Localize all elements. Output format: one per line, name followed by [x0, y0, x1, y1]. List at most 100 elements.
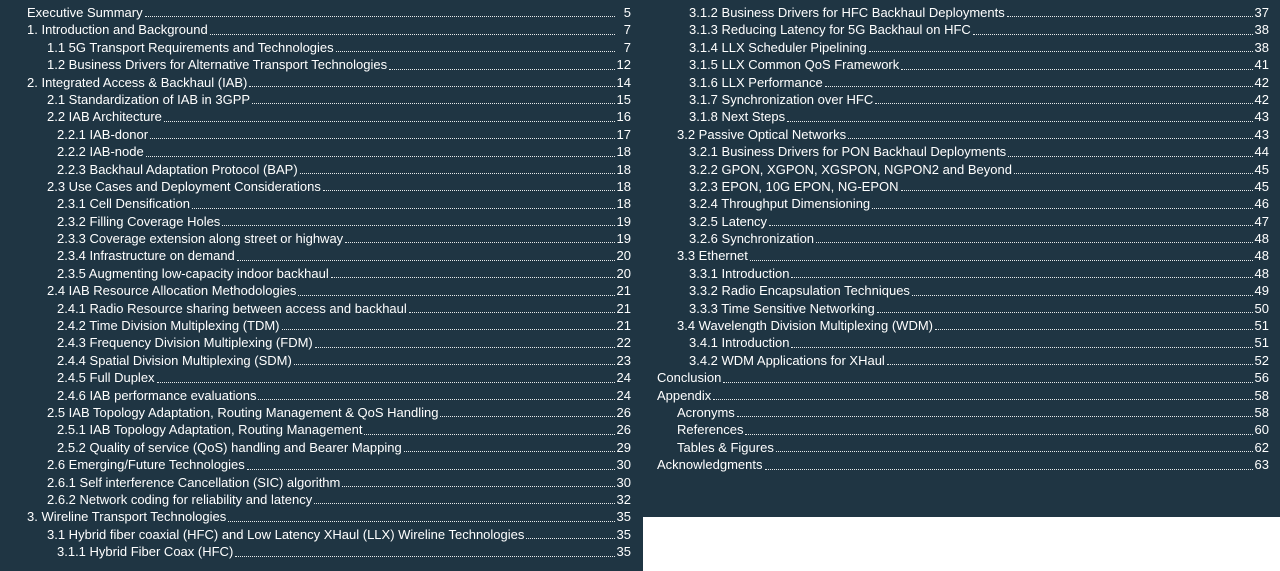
toc-entry[interactable]: Executive Summary 5 [27, 4, 631, 21]
toc-entry[interactable]: Tables & Figures 62 [657, 439, 1269, 456]
toc-entry[interactable]: 2.3 Use Cases and Deployment Considerati… [27, 178, 631, 195]
toc-dot-leader [209, 33, 615, 35]
toc-entry-page-number: 35 [616, 509, 631, 525]
toc-entry[interactable]: 3.2 Passive Optical Networks 43 [657, 126, 1269, 143]
toc-entry-title: 3.2.4 Throughput Dimensioning [689, 196, 871, 212]
toc-entry-title: 2.4.1 Radio Resource sharing between acc… [57, 300, 407, 316]
toc-entry[interactable]: 3.2.4 Throughput Dimensioning 46 [657, 195, 1269, 212]
toc-entry[interactable]: 3.3.3 Time Sensitive Networking 50 [657, 300, 1269, 317]
toc-entry-title: 2.4.5 Full Duplex [57, 370, 155, 386]
toc-entry[interactable]: 1. Introduction and Background 7 [27, 21, 631, 38]
toc-entry[interactable]: 2.5.2 Quality of service (QoS) handling … [27, 439, 631, 456]
toc-entry-page-number: 62 [1254, 439, 1269, 455]
toc-entry[interactable]: Conclusion 56 [657, 369, 1269, 386]
toc-entry[interactable]: 3.3.1 Introduction 48 [657, 265, 1269, 282]
toc-entry[interactable]: 3.3.2 Radio Encapsulation Techniques 49 [657, 282, 1269, 299]
toc-entry[interactable]: 2.1 Standardization of IAB in 3GPP 15 [27, 91, 631, 108]
toc-entry[interactable]: 2.4.6 IAB performance evaluations 24 [27, 387, 631, 404]
toc-entry-title: 1. Introduction and Background [27, 22, 208, 38]
toc-entry[interactable]: 2.3.4 Infrastructure on demand 20 [27, 247, 631, 264]
toc-entry-page-number: 26 [616, 422, 631, 438]
toc-dot-leader [848, 137, 1253, 140]
toc-dot-leader [389, 68, 615, 70]
toc-entry[interactable]: 3.1.3 Reducing Latency for 5G Backhaul o… [657, 21, 1269, 38]
toc-entry-title: Conclusion [657, 370, 722, 386]
toc-entry-title: References [677, 422, 744, 438]
toc-entry-page-number: 56 [1254, 370, 1269, 386]
toc-entry[interactable]: 2.6.1 Self interference Cancellation (SI… [27, 474, 631, 491]
toc-entry[interactable]: 2.4.5 Full Duplex 24 [27, 369, 631, 386]
toc-dot-leader [745, 433, 1253, 435]
toc-entry-page-number: 7 [623, 22, 631, 38]
toc-entry[interactable]: 2. Integrated Access & Backhaul (IAB) 14 [27, 74, 631, 91]
toc-entry[interactable]: 3.1.2 Business Drivers for HFC Backhaul … [657, 4, 1269, 21]
toc-entry-title: 3.4.1 Introduction [689, 335, 790, 351]
toc-entry-title: 2.2.3 Backhaul Adaptation Protocol (BAP) [57, 161, 298, 177]
toc-dot-leader [345, 241, 615, 244]
toc-entry-page-number: 52 [1254, 352, 1269, 368]
toc-entry-title: 2. Integrated Access & Backhaul (IAB) [27, 74, 248, 90]
toc-entry[interactable]: 3.1.6 LLX Performance 42 [657, 74, 1269, 91]
toc-entry[interactable]: 2.5 IAB Topology Adaptation, Routing Man… [27, 404, 631, 421]
toc-entry-page-number: 21 [616, 318, 631, 334]
toc-entry-page-number: 24 [616, 370, 631, 386]
toc-entry[interactable]: 3.2.2 GPON, XGPON, XGSPON, NGPON2 and Be… [657, 161, 1269, 178]
toc-entry[interactable]: 1.1 5G Transport Requirements and Techno… [27, 39, 631, 56]
toc-entry[interactable]: 3.1 Hybrid fiber coaxial (HFC) and Low L… [27, 526, 631, 543]
toc-entry[interactable]: 3.2.1 Business Drivers for PON Backhaul … [657, 143, 1269, 160]
toc-entry[interactable]: 2.3.5 Augmenting low-capacity indoor bac… [27, 265, 631, 282]
toc-entry[interactable]: 2.2.3 Backhaul Adaptation Protocol (BAP)… [27, 161, 631, 178]
toc-entry[interactable]: 3. Wireline Transport Technologies 35 [27, 508, 631, 525]
toc-dot-leader [258, 398, 615, 400]
toc-entry-title: Tables & Figures [677, 439, 774, 455]
toc-entry[interactable]: Appendix 58 [657, 387, 1269, 404]
toc-entry[interactable]: 2.4.2 Time Division Multiplexing (TDM) 21 [27, 317, 631, 334]
toc-entry[interactable]: Acknowledgments 63 [657, 456, 1269, 473]
toc-entry[interactable]: 2.4.4 Spatial Division Multiplexing (SDM… [27, 352, 631, 369]
toc-entry[interactable]: 2.2.1 IAB-donor 17 [27, 126, 631, 143]
toc-entry[interactable]: References 60 [657, 421, 1269, 438]
toc-entry[interactable]: 3.3 Ethernet 48 [657, 247, 1269, 264]
toc-entry-page-number: 17 [616, 126, 631, 142]
toc-left-list: Executive Summary 5 1. Introduction and Ba… [27, 4, 631, 561]
toc-entry[interactable]: Acronyms 58 [657, 404, 1269, 421]
toc-entry[interactable]: 2.4.1 Radio Resource sharing between acc… [27, 300, 631, 317]
toc-entry[interactable]: 3.1.8 Next Steps 43 [657, 108, 1269, 125]
toc-entry-page-number: 49 [1254, 283, 1269, 299]
toc-entry[interactable]: 2.2 IAB Architecture 16 [27, 108, 631, 125]
toc-entry-page-number: 19 [616, 231, 631, 247]
toc-entry-page-number: 38 [1254, 39, 1269, 55]
toc-dot-leader [816, 241, 1253, 244]
toc-entry[interactable]: 2.5.1 IAB Topology Adaptation, Routing M… [27, 421, 631, 438]
toc-entry-title: 3.2.3 EPON, 10G EPON, NG-EPON [689, 178, 899, 194]
toc-dot-leader [935, 328, 1253, 331]
toc-entry[interactable]: 2.3.2 Filling Coverage Holes 19 [27, 213, 631, 230]
toc-entry-title: 3.2.5 Latency [689, 213, 768, 229]
toc-entry[interactable]: 3.1.1 Hybrid Fiber Coax (HFC) 35 [27, 543, 631, 560]
toc-entry[interactable]: 3.2.5 Latency 47 [657, 213, 1269, 230]
toc-entry-title: Executive Summary [27, 4, 143, 20]
toc-entry-title: 2.3.3 Coverage extension along street or… [57, 231, 344, 247]
toc-entry[interactable]: 3.1.7 Synchronization over HFC 42 [657, 91, 1269, 108]
toc-entry[interactable]: 2.3.1 Cell Densification 18 [27, 195, 631, 212]
toc-entry[interactable]: 3.4 Wavelength Division Multiplexing (WD… [657, 317, 1269, 334]
toc-entry[interactable]: 3.1.5 LLX Common QoS Framework 41 [657, 56, 1269, 73]
toc-entry[interactable]: 3.2.6 Synchronization 48 [657, 230, 1269, 247]
toc-entry[interactable]: 2.4 IAB Resource Allocation Methodologie… [27, 282, 631, 299]
toc-entry[interactable]: 2.3.3 Coverage extension along street or… [27, 230, 631, 247]
toc-entry[interactable]: 2.6.2 Network coding for reliability and… [27, 491, 631, 508]
toc-entry-title: 3.1.1 Hybrid Fiber Coax (HFC) [57, 544, 234, 560]
toc-entry-title: 3.4 Wavelength Division Multiplexing (WD… [677, 318, 933, 334]
toc-entry[interactable]: 3.4.1 Introduction 51 [657, 334, 1269, 351]
toc-dot-leader [713, 398, 1253, 400]
toc-entry-title: 3.2.1 Business Drivers for PON Backhaul … [689, 144, 1007, 160]
toc-entry[interactable]: 2.4.3 Frequency Division Multiplexing (F… [27, 334, 631, 351]
toc-entry-title: 2.4.3 Frequency Division Multiplexing (F… [57, 335, 313, 351]
toc-entry[interactable]: 1.2 Business Drivers for Alternative Tra… [27, 56, 631, 73]
toc-right-panel: 3.1.2 Business Drivers for HFC Backhaul … [643, 0, 1280, 517]
toc-entry[interactable]: 3.4.2 WDM Applications for XHaul 52 [657, 352, 1269, 369]
toc-entry[interactable]: 3.1.4 LLX Scheduler Pipelining 38 [657, 39, 1269, 56]
toc-entry[interactable]: 2.2.2 IAB-node 18 [27, 143, 631, 160]
toc-entry[interactable]: 3.2.3 EPON, 10G EPON, NG-EPON 45 [657, 178, 1269, 195]
toc-entry[interactable]: 2.6 Emerging/Future Technologies 30 [27, 456, 631, 473]
